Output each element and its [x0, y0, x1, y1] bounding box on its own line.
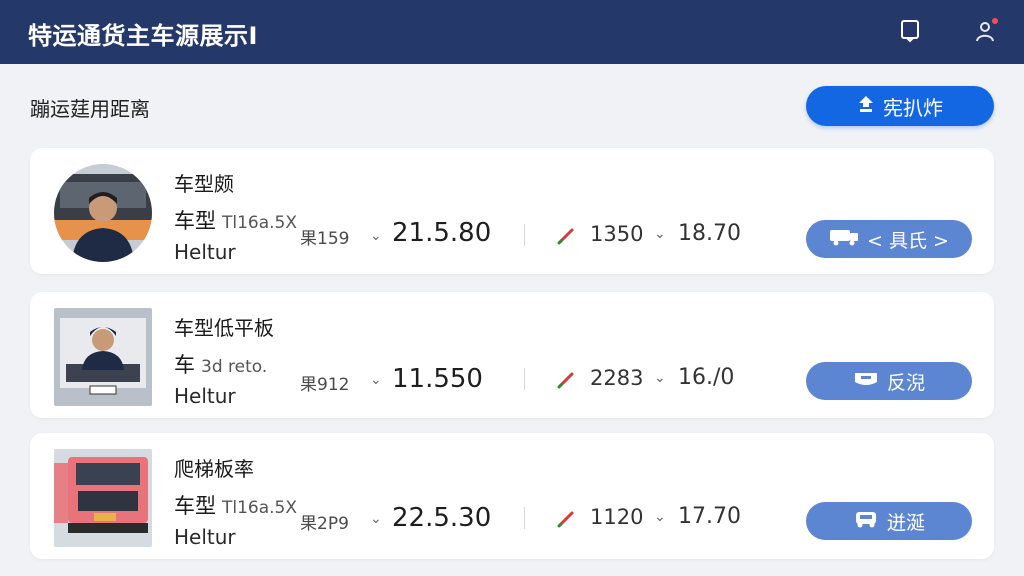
app-title: 特运通货主车源展示Ⅰ	[28, 22, 258, 50]
vehicle-type: 车型颇	[174, 172, 234, 196]
section-title: 蹦运莛用距离	[30, 97, 150, 121]
edit-pen-icon[interactable]	[556, 368, 578, 390]
rate-value: 17.70	[678, 504, 741, 529]
truck-photo	[54, 449, 152, 547]
vehicle-card[interactable]: 爬梯板率 车型 Tl16a.5X Heltur 果2P9 ⌄ 22.5.30 11…	[30, 433, 994, 559]
vehicle-spec: 车 3d reto.	[174, 349, 267, 379]
card-action-button[interactable]: < 具氏 >	[806, 220, 972, 258]
vehicle-card[interactable]: 车型低平板 车 3d reto. Heltur 果912 ⌄ 11.550 228…	[30, 292, 994, 418]
vehicle-card[interactable]: 车型颇 车型 Tl16a.5X Heltur 果159 ⌄ 21.5.80 135…	[30, 148, 994, 274]
edit-pen-icon[interactable]	[556, 224, 578, 246]
distance-value: 2283	[590, 366, 644, 390]
chevron-down-icon: ⌄	[370, 372, 382, 388]
card-action-button[interactable]: 迸涎	[806, 502, 972, 540]
owner-name: Heltur	[174, 384, 236, 408]
vehicle-spec: 车型 Tl16a.5X	[174, 205, 297, 235]
edit-pen-icon[interactable]	[556, 507, 578, 529]
vehicle-type: 爬梯板率	[174, 457, 254, 481]
chevron-down-icon: ⌄	[654, 509, 666, 525]
notification-dot	[992, 18, 998, 24]
primary-action-label: 宪扒炸	[883, 95, 943, 120]
user-icon[interactable]	[970, 16, 1000, 46]
vehicle-spec-detail: Tl16a.5X	[222, 498, 298, 518]
vehicle-spec-main: 车型	[174, 494, 216, 518]
owner-name: Heltur	[174, 525, 236, 549]
vehicle-type: 车型低平板	[174, 316, 274, 340]
card-action-label: < 具氏 >	[867, 229, 949, 252]
rate-value: 18.70	[678, 221, 741, 246]
bookmark-icon[interactable]	[895, 16, 925, 46]
price-value: 22.5.30	[392, 503, 492, 533]
chevron-down-icon: ⌄	[370, 228, 382, 244]
owner-name: Heltur	[174, 240, 236, 264]
vehicle-spec-detail: Tl16a.5X	[222, 213, 298, 233]
vehicle-spec-detail: 3d reto.	[201, 357, 268, 377]
top-bar: 特运通货主车源展示Ⅰ	[0, 0, 1024, 64]
chevron-down-icon: ⌄	[654, 370, 666, 386]
divider	[524, 224, 525, 246]
cargo-icon	[853, 370, 879, 393]
route-code: 果159	[300, 229, 350, 249]
divider	[524, 507, 525, 529]
vehicle-spec-main: 车型	[174, 209, 216, 233]
price-value: 11.550	[392, 364, 483, 394]
vehicle-spec: 车型 Tl16a.5X	[174, 490, 297, 520]
upload-icon	[857, 94, 875, 118]
chevron-down-icon: ⌄	[654, 226, 666, 242]
chevron-down-icon: ⌄	[370, 511, 382, 527]
card-action-label: 迸涎	[886, 511, 925, 534]
truck-icon	[829, 228, 859, 251]
primary-action-button[interactable]: 宪扒炸	[806, 86, 994, 126]
card-action-button[interactable]: 反淣	[806, 362, 972, 400]
distance-value: 1350	[590, 222, 644, 246]
driver-photo	[54, 164, 152, 262]
route-code: 果912	[300, 375, 350, 395]
card-action-label: 反淣	[886, 371, 925, 394]
rate-value: 16./0	[678, 365, 735, 390]
truck-icon	[853, 510, 879, 533]
divider	[524, 368, 525, 390]
driver-photo	[54, 308, 152, 406]
distance-value: 1120	[590, 505, 644, 529]
price-value: 21.5.80	[392, 218, 492, 248]
route-code: 果2P9	[300, 514, 349, 534]
vehicle-spec-main: 车	[174, 353, 195, 377]
